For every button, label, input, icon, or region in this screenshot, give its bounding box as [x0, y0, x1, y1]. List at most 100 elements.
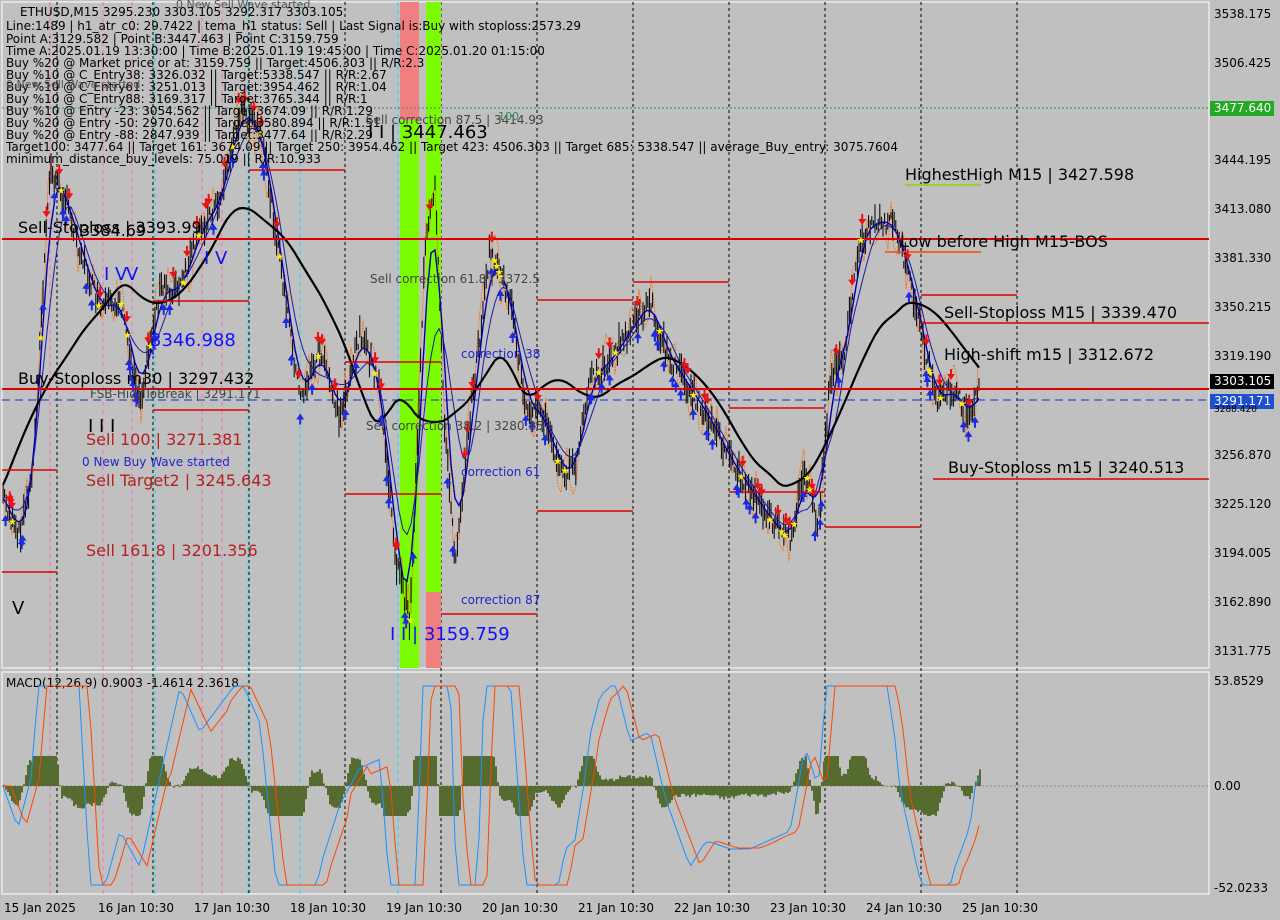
macd-bar [915, 786, 917, 810]
macd-bar [753, 786, 755, 794]
macd-bar [625, 776, 627, 786]
macd-bar [653, 786, 655, 787]
macd-bar [503, 786, 505, 801]
macd-bar [603, 779, 605, 786]
macd-bar [209, 774, 211, 786]
macd-bar [397, 786, 399, 816]
macd-bar [279, 786, 281, 816]
macd-bar [897, 786, 899, 793]
star-icon: ★ [123, 330, 132, 341]
macd-bar [791, 786, 793, 788]
macd-bar [579, 771, 581, 786]
macd-bar [177, 784, 179, 786]
macd-bar [921, 786, 923, 813]
macd-bar [133, 786, 135, 815]
star-icon: ★ [314, 352, 323, 363]
macd-bar [631, 778, 633, 786]
macd-bar [231, 758, 233, 786]
macd-bar [311, 770, 313, 786]
macd-bar [253, 786, 255, 791]
macd-bar [945, 783, 947, 786]
macd-bar [627, 775, 629, 786]
macd-bar [513, 786, 515, 808]
time-tick-10: 25 Jan 10:30 [962, 901, 1038, 915]
macd-bar [135, 786, 137, 816]
macd-bar [501, 786, 503, 800]
macd-bar [833, 756, 835, 786]
overlay-wave-b: 0 New Sell Wave started [6, 78, 140, 91]
macd-bar [509, 786, 511, 801]
macd-bar [425, 756, 427, 786]
macd-bar [855, 756, 857, 786]
macd-bar [173, 786, 175, 788]
macd-bar [335, 786, 337, 808]
macd-bar [569, 786, 571, 790]
star-icon: ★ [803, 473, 812, 484]
macd-bar [249, 786, 251, 787]
trading-chart[interactable]: ★★★★★★★★★★★★★★★★★★★★★★★★★★★★★★★★★★★★★ 0 … [0, 0, 1280, 920]
label-correction-87: correction 87 [461, 593, 540, 607]
macd-bar [181, 784, 183, 786]
macd-bar [659, 786, 661, 804]
price-tag-current-text: 3303.105 [1214, 374, 1271, 388]
macd-bar [759, 786, 761, 795]
macd-bar [217, 778, 219, 786]
macd-bar [243, 768, 245, 786]
macd-bar [333, 786, 335, 808]
macd-bar [561, 786, 563, 804]
macd-bar [225, 767, 227, 786]
time-tick-1: 16 Jan 10:30 [98, 901, 174, 915]
macd-bar [849, 759, 851, 786]
label-wave-iii: I I I [88, 416, 115, 437]
macd-bar [473, 756, 475, 786]
macd-bar [441, 786, 443, 816]
macd-bar [111, 781, 113, 786]
price-tick-13: 3131.775 [1214, 644, 1271, 658]
macd-bar [905, 786, 907, 808]
macd-bar [263, 786, 265, 801]
macd-bar [155, 756, 157, 786]
star-icon: ★ [117, 299, 126, 310]
macd-bar [447, 786, 449, 816]
header-min-distance: minimum_distance_buy_levels: 75.019 || R… [6, 152, 321, 166]
macd-bar [651, 777, 653, 786]
macd-bar [643, 777, 645, 786]
macd-bar [175, 785, 177, 786]
macd-bar [657, 786, 659, 799]
macd-bar [553, 786, 555, 802]
price-tick-0: 3538.175 [1214, 7, 1271, 21]
macd-bar [229, 758, 231, 786]
price-tag-current: 3303.105 [1210, 374, 1274, 389]
macd-bar [675, 786, 677, 796]
macd-bar [51, 756, 53, 786]
macd-bar [307, 786, 309, 789]
macd-bar [743, 786, 745, 795]
label-blue-3346: 3346.988 [150, 330, 236, 351]
macd-bar [691, 786, 693, 795]
macd-bar [669, 786, 671, 804]
macd-bar [163, 764, 165, 786]
macd-bar [185, 775, 187, 786]
macd-bar [733, 786, 735, 799]
macd-bar [711, 786, 713, 796]
macd-bar [957, 786, 959, 787]
macd-bar [971, 786, 973, 793]
macd-bar [521, 786, 523, 816]
macd-bar [399, 786, 401, 816]
star-icon: ★ [370, 369, 379, 380]
macd-bar [477, 756, 479, 786]
macd-bar [839, 767, 841, 786]
macd-bar [967, 786, 969, 797]
star-icon: ★ [925, 366, 934, 377]
macd-bar [213, 775, 215, 786]
label-sell-stoploss-left-b: 3384.69 [80, 221, 146, 240]
macd-bar [395, 786, 397, 816]
macd-bar [869, 774, 871, 786]
price-tick-6: 3350.215 [1214, 300, 1271, 314]
macd-bar [437, 784, 439, 786]
macd-bar [49, 756, 51, 786]
macd-bar [495, 766, 497, 786]
macd-bar [811, 786, 813, 791]
macd-bar [439, 786, 441, 816]
label-sell-161: Sell 161.8 | 3201.356 [86, 541, 258, 560]
